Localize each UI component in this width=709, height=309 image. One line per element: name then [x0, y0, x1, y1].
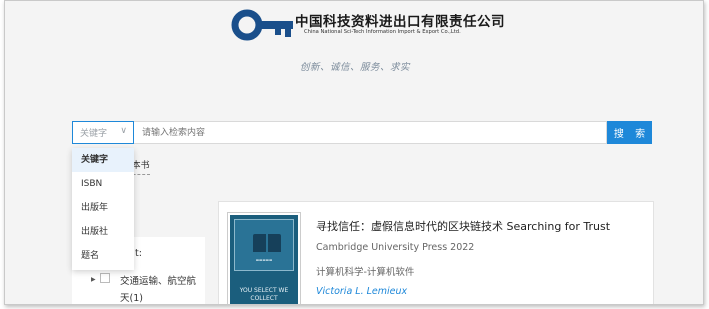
filter-heading-fragment: t:	[135, 248, 142, 259]
dropdown-option-isbn[interactable]: ISBN	[72, 172, 134, 196]
company-name-cn: 中国科技资料进出口有限责任公司	[295, 14, 505, 30]
book-category: 计算机科学-计算机软件	[316, 267, 415, 278]
book-cover-image[interactable]: ▬▬▬▬▬ YOU SELECT WE COLLECT	[228, 213, 300, 304]
search-field-value: 关键字	[80, 129, 108, 139]
slogan: 创新、诚信、服务、求实	[299, 62, 410, 73]
cover-slogan: YOU SELECT WE COLLECT	[239, 287, 289, 302]
cover-small-print: ▬▬▬▬▬	[255, 258, 273, 262]
dropdown-option-pub-year[interactable]: 出版年	[72, 196, 134, 220]
app-window: 中国科技资料进出口有限责任公司 China National Sci-Tech …	[4, 0, 704, 305]
dropdown-option-publisher[interactable]: 出版社	[72, 220, 134, 244]
dropdown-option-title[interactable]: 题名	[72, 244, 134, 268]
chevron-down-icon[interactable]: ∨	[120, 126, 127, 136]
cover-panel: ▬▬▬▬▬	[234, 219, 294, 271]
search-input[interactable]	[134, 121, 607, 144]
result-count-unit: 本书	[131, 161, 150, 171]
filter-tree-item-label[interactable]: 交通运输、航空航天(1)	[120, 273, 205, 304]
book-author[interactable]: Victoria L. Lemieux	[316, 286, 407, 297]
search-field-select[interactable]: 关键字 ∨	[72, 121, 134, 144]
site-header: 中国科技资料进出口有限责任公司 China National Sci-Tech …	[5, 1, 703, 101]
filter-checkbox[interactable]	[100, 273, 110, 283]
dropdown-option-keyword[interactable]: 关键字	[72, 148, 134, 172]
search-field-dropdown: 关键字 ISBN 出版年 出版社 题名	[72, 148, 134, 270]
book-icon	[253, 234, 281, 252]
book-publisher: Cambridge University Press 2022	[316, 242, 475, 253]
book-title[interactable]: 寻找信任：虚假信息时代的区块链技术 Searching for Trust	[316, 218, 610, 234]
key-logo-icon[interactable]	[231, 8, 295, 42]
company-name-en: China National Sci-Tech Information Impo…	[304, 29, 461, 35]
caret-right-icon[interactable]: ▶	[91, 276, 96, 283]
search-button[interactable]: 搜 索	[607, 121, 652, 144]
